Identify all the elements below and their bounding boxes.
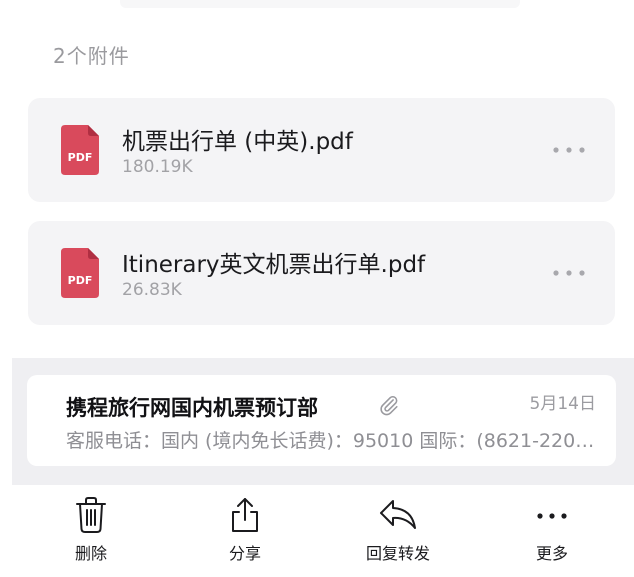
trash-icon	[76, 497, 106, 533]
mail-sender: 携程旅行网国内机票预订部	[66, 396, 318, 420]
pdf-type-label: PDF	[67, 274, 93, 287]
reply-icon	[380, 500, 416, 529]
pdf-type-label: PDF	[67, 151, 93, 164]
attachment-name: Itinerary英文机票出行单.pdf	[122, 252, 426, 278]
paperclip-icon	[380, 396, 398, 416]
attachments-header: 2个附件	[53, 44, 130, 68]
share-label: 分享	[228, 544, 261, 563]
attachment-size: 26.83K	[122, 280, 182, 300]
delete-button[interactable]: 删除	[36, 488, 146, 577]
more-label: 更多	[535, 544, 568, 563]
reply-forward-label: 回复转发	[365, 544, 430, 563]
mail-list-item[interactable]: 携程旅行网国内机票预订部 5月14日 客服电话：国内 (境内免长话费)：9501…	[27, 375, 616, 466]
pdf-file-icon	[61, 248, 99, 298]
reply-forward-button[interactable]: 回复转发	[343, 488, 453, 577]
attachment-size: 180.19K	[122, 157, 193, 177]
delete-label: 删除	[74, 544, 107, 563]
more-dots-icon[interactable]	[552, 146, 586, 154]
share-button[interactable]: 分享	[190, 488, 300, 577]
more-button[interactable]: 更多	[497, 488, 607, 577]
attachment-name: 机票出行单 (中英).pdf	[122, 129, 353, 155]
more-horizontal-icon	[537, 513, 567, 519]
pdf-file-icon	[61, 125, 99, 175]
share-icon	[232, 498, 258, 532]
mail-date: 5月14日	[529, 394, 596, 414]
mail-preview: 客服电话：国内 (境内免长话费)：95010 国际：(8621-22000000…	[66, 430, 602, 452]
attachment-card[interactable]: PDF 机票出行单 (中英).pdf 180.19K	[28, 98, 615, 202]
top-fade	[120, 0, 520, 8]
attachment-card[interactable]: PDF Itinerary英文机票出行单.pdf 26.83K	[28, 221, 615, 325]
more-dots-icon[interactable]	[552, 269, 586, 277]
bottom-toolbar: 删除 分享 回复转发 更多	[0, 488, 634, 577]
